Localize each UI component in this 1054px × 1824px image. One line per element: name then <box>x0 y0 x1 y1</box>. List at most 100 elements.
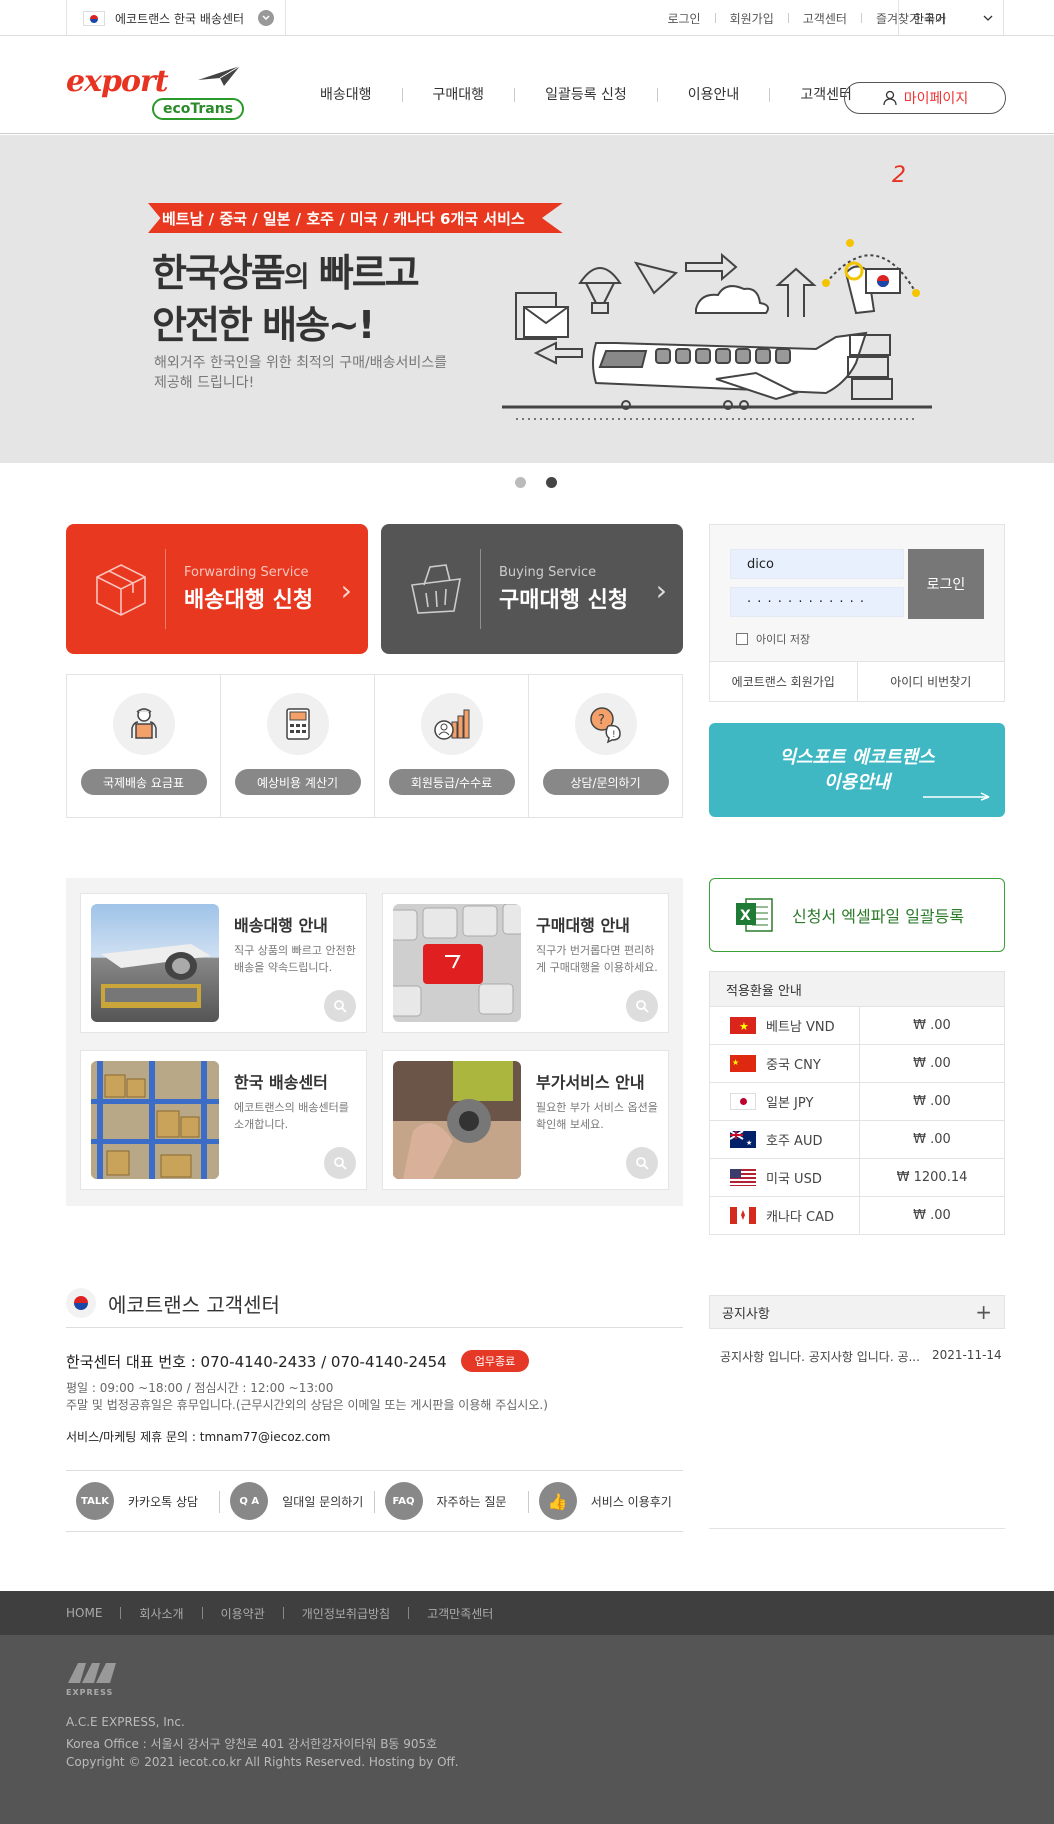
svg-text:!: ! <box>612 730 616 740</box>
paper-plane-icon <box>198 65 241 86</box>
magnifier-icon[interactable] <box>626 990 658 1022</box>
phone-text: 한국센터 대표 번호 : 070-4140-2433 / 070-4140-24… <box>66 1352 447 1371</box>
info-card-buying[interactable]: 구매대행 안내 직구가 번거롭다면 편리하게 구매대행을 이용하세요. <box>382 893 669 1033</box>
logo[interactable]: export ecoTrans <box>66 64 246 120</box>
reviews-link[interactable]: 👍 서비스 이용후기 <box>529 1471 683 1531</box>
magnifier-icon[interactable] <box>324 990 356 1022</box>
mypage-button[interactable]: 마이페이지 <box>844 82 1006 114</box>
quick-link-label: 예상비용 계산기 <box>234 769 361 795</box>
rate-value: ₩ .00 <box>913 1208 951 1223</box>
logo-main-text: export <box>66 64 169 99</box>
rate-row: 캐나다 CAD ₩ .00 <box>709 1197 1005 1235</box>
status-badge: 업무종료 <box>460 1350 530 1372</box>
cs-link-label: 자주하는 질문 <box>436 1494 507 1509</box>
quick-link-cost-calculator[interactable]: 예상비용 계산기 <box>221 675 375 817</box>
username-input[interactable]: dico <box>730 549 904 579</box>
chevron-down-icon <box>258 10 275 26</box>
rate-value: ₩ 1200.14 <box>896 1170 968 1185</box>
rate-country: 미국 USD <box>766 1172 822 1187</box>
footer-link-privacy[interactable]: 개인정보취급방침 <box>302 1605 390 1622</box>
excel-bulk-register-button[interactable]: X 신청서 엑셀파일 일괄등록 <box>709 878 1005 952</box>
customer-center-phone: 한국센터 대표 번호 : 070-4140-2433 / 070-4140-24… <box>66 1350 530 1372</box>
footer-nav: HOME 회사소개 이용약관 개인정보취급방침 고객만족센터 <box>0 1591 1054 1635</box>
rate-country: 일본 JPY <box>766 1096 814 1111</box>
remember-id-checkbox[interactable]: 아이디 저장 <box>736 631 810 647</box>
usage-guide-banner[interactable]: 익스포트 에코트랜스 이용안내 <box>709 723 1005 817</box>
buying-service-button[interactable]: Buying Service 구매대행 신청 › <box>381 524 683 654</box>
business-hours: 평일 : 09:00 ~18:00 / 점심시간 : 12:00 ~13:00 … <box>66 1380 548 1414</box>
footer-logo-text: EXPRESS <box>66 1688 114 1697</box>
thumbs-up-icon: 👍 <box>538 1482 577 1520</box>
notice-item[interactable]: 공지사항 입니다. 공지사항 입니다. 공... 2021-11-14 <box>720 1348 1002 1365</box>
password-input[interactable]: · · · · · · · · · · · · <box>730 587 904 617</box>
cs-link-label: 일대일 문의하기 <box>282 1494 364 1509</box>
magnifier-icon[interactable] <box>324 1147 356 1179</box>
notice-item-date: 2021-11-14 <box>931 1348 1002 1362</box>
hero-desc-line: 제공해 드립니다! <box>154 375 255 391</box>
nav-bulk-register[interactable]: 일괄등록 신청 <box>515 88 658 102</box>
one-on-one-link[interactable]: Q A 일대일 문의하기 <box>220 1471 375 1531</box>
cs-link-label: 서비스 이용후기 <box>590 1494 672 1509</box>
slider-dot-active[interactable] <box>546 477 557 488</box>
box-icon <box>76 549 166 629</box>
nav-buying[interactable]: 구매대행 <box>403 88 516 102</box>
find-account-link[interactable]: 아이디 비번찾기 <box>858 662 1005 701</box>
info-card-forwarding[interactable]: 배송대행 안내 직구 상품의 빠르고 안전한 배송을 약속드립니다. <box>80 893 367 1033</box>
hero-banner[interactable]: 2 베트남 / 중국 / 일본 / 호주 / 미국 / 캐나다 6개국 서비스 … <box>0 135 1054 463</box>
login-button[interactable]: 로그인 <box>908 549 984 619</box>
footer-link-satisfaction[interactable]: 고객만족센터 <box>427 1605 493 1622</box>
rate-country: 호주 AUD <box>766 1134 823 1149</box>
join-link[interactable]: 에코트랜스 회원가입 <box>710 662 858 701</box>
slide-number: 2 <box>892 163 906 188</box>
language-label: 한국어 <box>913 11 947 26</box>
footer-link-terms[interactable]: 이용약관 <box>221 1605 265 1622</box>
language-select[interactable]: 한국어 <box>898 0 1004 36</box>
quick-link-label: 국제배송 요금표 <box>80 769 207 795</box>
vietnam-flag-icon: ★ <box>730 1017 756 1034</box>
magnifier-icon[interactable] <box>626 1147 658 1179</box>
center-selector[interactable]: 에코트랜스 한국 배송센터 <box>66 0 286 36</box>
quick-link-label: 상담/문의하기 <box>542 769 669 795</box>
slider-dot[interactable] <box>515 477 526 488</box>
info-card-korea-center[interactable]: 한국 배송센터 에코트랜스의 배송센터를 소개합니다. <box>80 1050 367 1190</box>
japan-flag-icon <box>730 1093 756 1110</box>
quick-link-member-grade[interactable]: 회원등급/수수료 <box>375 675 529 817</box>
rate-value: ₩ .00 <box>913 1094 951 1109</box>
footer-link-home[interactable]: HOME <box>66 1606 102 1620</box>
nav-forwarding[interactable]: 배송대행 <box>290 88 403 102</box>
quick-link-shipping-rates[interactable]: 국제배송 요금표 <box>67 675 221 817</box>
info-card-extra-services[interactable]: 부가서비스 안내 필요한 부가 서비스 옵션을 확인해 보세요. <box>382 1050 669 1190</box>
partnership-inquiry: 서비스/마케팅 제휴 문의 : tmnam77@iecoz.com <box>66 1430 331 1444</box>
rate-row: 미국 USD ₩ 1200.14 <box>709 1159 1005 1197</box>
rate-row: ★ 베트남 VND ₩ .00 <box>709 1007 1005 1045</box>
rate-country: 베트남 VND <box>766 1020 835 1035</box>
warehouse-image <box>91 1061 219 1179</box>
login-link[interactable]: 로그인 <box>667 10 700 27</box>
username-value: dico <box>747 556 774 572</box>
info-card-title: 한국 배송센터 <box>234 1073 328 1092</box>
mypage-label: 마이페이지 <box>903 91 969 107</box>
rate-value: ₩ .00 <box>913 1132 951 1147</box>
footer: EXPRESS A.C.E EXPRESS, Inc. Korea Office… <box>0 1635 1054 1824</box>
center-selector-label: 에코트랜스 한국 배송센터 <box>115 11 245 26</box>
login-links: 에코트랜스 회원가입 아이디 비번찾기 <box>710 661 1004 701</box>
footer-link-about[interactable]: 회사소개 <box>139 1605 183 1622</box>
faq-link[interactable]: FAQ 자주하는 질문 <box>375 1471 530 1531</box>
customer-center-title: 에코트랜스 고객센터 <box>66 1288 280 1318</box>
forwarding-service-button[interactable]: Forwarding Service 배송대행 신청 › <box>66 524 368 654</box>
svg-text:★: ★ <box>739 1020 749 1033</box>
hero-desc-line: 해외거주 한국인을 위한 최적의 구매/배송서비스를 <box>154 355 447 371</box>
nav-guide[interactable]: 이용안내 <box>658 88 771 102</box>
customer-center-link[interactable]: 고객센터 <box>803 10 847 27</box>
customer-service-links: TALK 카카오톡 상담 Q A 일대일 문의하기 FAQ 자주하는 질문 👍 서비스 … <box>66 1470 683 1532</box>
header: export ecoTrans 배송대행 구매대행 일괄등록 신청 이용안내 고… <box>0 36 1054 134</box>
kakao-talk-link[interactable]: TALK 카카오톡 상담 <box>66 1471 221 1531</box>
rate-row: ★ 중국 CNY ₩ .00 <box>709 1045 1005 1083</box>
hero-headline-part: 빠르고 <box>307 251 420 295</box>
plus-icon[interactable]: + <box>975 1300 992 1324</box>
quick-link-inquiry[interactable]: ?! 상담/문의하기 <box>529 675 682 817</box>
notice-item-text: 공지사항 입니다. 공지사항 입니다. 공... <box>720 1350 920 1364</box>
footer-office: Korea Office : 서울시 강서구 양천로 401 강서한강자이타워 … <box>66 1737 438 1751</box>
china-flag-icon: ★ <box>730 1055 756 1072</box>
signup-link[interactable]: 회원가입 <box>730 10 774 27</box>
